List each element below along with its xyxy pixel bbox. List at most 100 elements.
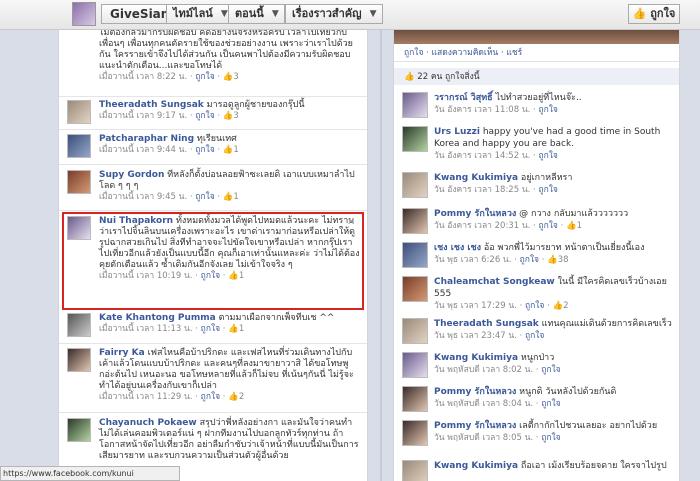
comment-author[interactable]: Kate Khantong Pumma <box>99 313 216 323</box>
comment-like-link[interactable]: ถูกใจ <box>538 105 557 115</box>
avatar[interactable] <box>67 313 91 337</box>
avatar[interactable] <box>402 92 428 118</box>
share-link[interactable]: แชร์ <box>506 48 522 58</box>
comment-author[interactable]: เชง เชง เชง <box>434 243 481 253</box>
comment-time[interactable]: เมื่อวานนี้ เวลา 9:45 น. <box>99 192 187 202</box>
comment-author[interactable]: Pommy รักในหลวง <box>434 387 516 397</box>
page-avatar[interactable] <box>72 2 96 26</box>
like-count[interactable]: 1 <box>239 324 244 334</box>
like-count[interactable]: 38 <box>558 255 569 265</box>
comment-text: เลตี้กากักไปชวนเลยอะ อยากไปด้วย <box>519 421 658 431</box>
like-count[interactable]: 2 <box>239 392 244 402</box>
comment-time[interactable]: วัน อังคาร เวลา 18:25 น. <box>434 185 530 195</box>
comment-like-link[interactable]: ถูกใจ <box>520 255 539 265</box>
like-count[interactable]: 1 <box>577 221 582 231</box>
comment-like-link[interactable]: ถูกใจ <box>525 301 544 311</box>
comment-time[interactable]: วัน พุธ เวลา 6:26 น. <box>434 255 511 265</box>
comment-time[interactable]: เมื่อวานนี้ เวลา 9:17 น. <box>99 111 187 121</box>
comment-author[interactable]: Fairry Ka <box>99 348 145 358</box>
comment-text: หนูกป่าว <box>520 353 555 363</box>
avatar[interactable] <box>402 318 428 344</box>
comment-meta: วัน อังคาร เวลา 18:25 น. · ถูกใจ <box>434 185 558 195</box>
thumbs-up-icon: 👍 <box>228 392 239 402</box>
avatar[interactable] <box>402 386 428 412</box>
avatar[interactable] <box>402 172 428 198</box>
avatar[interactable] <box>402 126 428 152</box>
avatar[interactable] <box>402 420 428 446</box>
comment-time[interactable]: วัน อังคาร เวลา 11:08 น. <box>434 105 530 115</box>
comment-author[interactable]: Kwang Kukimiya <box>434 173 518 183</box>
comment-like-link[interactable]: ถูกใจ <box>538 221 557 231</box>
comment-like-link[interactable]: ถูกใจ <box>201 324 220 334</box>
comment-like-link[interactable]: ถูกใจ <box>525 331 544 341</box>
comment-time[interactable]: วัน อังคาร เวลา 20:31 น. <box>434 221 530 231</box>
comment-link[interactable]: แสดงความคิดเห็น <box>432 48 499 58</box>
avatar[interactable] <box>402 208 428 234</box>
like-count[interactable]: 3 <box>233 72 238 82</box>
comment-like-link[interactable]: ถูกใจ <box>538 185 557 195</box>
like-count[interactable]: 2 <box>563 301 568 311</box>
comment-time[interactable]: วัน พฤหัสบดี เวลา 8:05 น. <box>434 433 533 443</box>
page-header: GiveSiam ไทม์ไลน์ ▼ ตอนนี้ ▼ เรื่องราวสำคั… <box>0 0 700 30</box>
avatar[interactable] <box>67 100 91 124</box>
highlight-box <box>62 212 364 310</box>
avatar[interactable] <box>67 134 91 158</box>
comment-author[interactable]: Kwang Kukimiya <box>434 353 518 363</box>
nav-label: ไทม์ไลน์ <box>173 7 213 20</box>
comment-author[interactable]: Patcharaphar Ning <box>99 134 194 144</box>
comment-time[interactable]: วัน พุธ เวลา 23:47 น. <box>434 331 517 341</box>
avatar[interactable] <box>402 242 428 268</box>
comment-author[interactable]: Chayanuch Pokaew <box>99 418 197 428</box>
avatar[interactable] <box>402 352 428 378</box>
comment-like-link[interactable]: ถูกใจ <box>195 111 214 121</box>
close-icon[interactable]: ✕ <box>347 217 355 228</box>
comment-like-link[interactable]: ถูกใจ <box>195 192 214 202</box>
avatar[interactable] <box>67 348 91 372</box>
nav-now-button[interactable]: ตอนนี้ ▼ <box>228 4 285 24</box>
comment-body: Kwang Kukimiya ถือเอา เม้งเรียบร้อยจดาย … <box>434 460 676 472</box>
comment-like-link[interactable]: ถูกใจ <box>201 392 220 402</box>
like-link[interactable]: ถูกใจ <box>404 48 423 58</box>
comment-author[interactable]: Kwang Kukimiya <box>434 461 518 471</box>
comment-author[interactable]: Pommy รักในหลวง <box>434 421 516 431</box>
thumbs-up-icon: 👍 <box>404 72 415 82</box>
comment-time[interactable]: วัน พุธ เวลา 17:29 น. <box>434 301 517 311</box>
comment-time[interactable]: วัน พฤหัสบดี เวลา 8:02 น. <box>434 365 533 375</box>
comment-like-link[interactable]: ถูกใจ <box>541 433 560 443</box>
comment-like-link[interactable]: ถูกใจ <box>195 145 214 155</box>
comment-author[interactable]: Theeradath Sungsak <box>99 100 204 110</box>
like-label: ถูกใจ <box>650 7 676 20</box>
comment-like-link[interactable]: ถูกใจ <box>195 72 214 82</box>
comment-author[interactable]: Theeradath Sungsak <box>434 319 539 329</box>
comment-like-link[interactable]: ถูกใจ <box>541 365 560 375</box>
comment-author[interactable]: Pommy รักในหลวง <box>434 209 516 219</box>
comment-like-link[interactable]: ถูกใจ <box>541 399 560 409</box>
comment-time[interactable]: เมื่อวานนี้ เวลา 8:22 น. <box>99 72 187 82</box>
comment-time[interactable]: เมื่อวานนี้ เวลา 9:44 น. <box>99 145 187 155</box>
comment-like-link[interactable]: ถูกใจ <box>538 151 557 161</box>
avatar[interactable] <box>67 170 91 194</box>
comment-time[interactable]: เมื่อวานนี้ เวลา 11:13 น. <box>99 324 193 334</box>
comment-text: หนูกดิ วันหลังไปด้วยกันดิ <box>519 387 617 397</box>
comment-time[interactable]: เมื่อวานนี้ เวลา 11:29 น. <box>99 392 193 402</box>
avatar[interactable] <box>402 460 428 481</box>
likes-summary-text[interactable]: 22 คน ถูกใจสิ่งนี้ <box>417 72 479 82</box>
comment-time[interactable]: วัน อังคาร เวลา 14:52 น. <box>434 151 530 161</box>
thumbs-up-icon: 👍 <box>222 111 234 121</box>
comment-body: Supy Gordon ทีหลังก็ตั้งบ่อนลอยฟ้าซะเลยด… <box>99 170 361 203</box>
nav-timeline-button[interactable]: ไทม์ไลน์ ▼ <box>166 4 234 24</box>
comment-author[interactable]: Urs Luzzi <box>434 127 480 137</box>
page-like-button[interactable]: 👍 ถูกใจ <box>628 4 680 24</box>
comment-time[interactable]: วัน พฤหัสบดี เวลา 8:04 น. <box>434 399 533 409</box>
comment-author[interactable]: Supy Gordon <box>99 170 164 180</box>
avatar[interactable] <box>402 276 428 302</box>
comment-text: อ้อ พวกพี่ไว้มารยาท หน้าตาเป็นเยี่ยงนี้เ… <box>483 243 645 253</box>
avatar[interactable] <box>67 418 91 442</box>
comment-author[interactable]: Chaleamchat Songkeaw <box>434 277 555 287</box>
nav-highlights-button[interactable]: เรื่องราวสำคัญ ▼ <box>285 4 383 24</box>
like-count[interactable]: 1 <box>233 145 238 155</box>
like-count[interactable]: 3 <box>233 111 238 121</box>
comment-author[interactable]: วรากรณ์ วิสุทธิ์ <box>434 93 493 103</box>
comment-text: ไม่ต้องกลัวมากรับผิดชอบ คิดอย่างนี้จริงห… <box>99 30 353 71</box>
like-count[interactable]: 1 <box>233 192 238 202</box>
